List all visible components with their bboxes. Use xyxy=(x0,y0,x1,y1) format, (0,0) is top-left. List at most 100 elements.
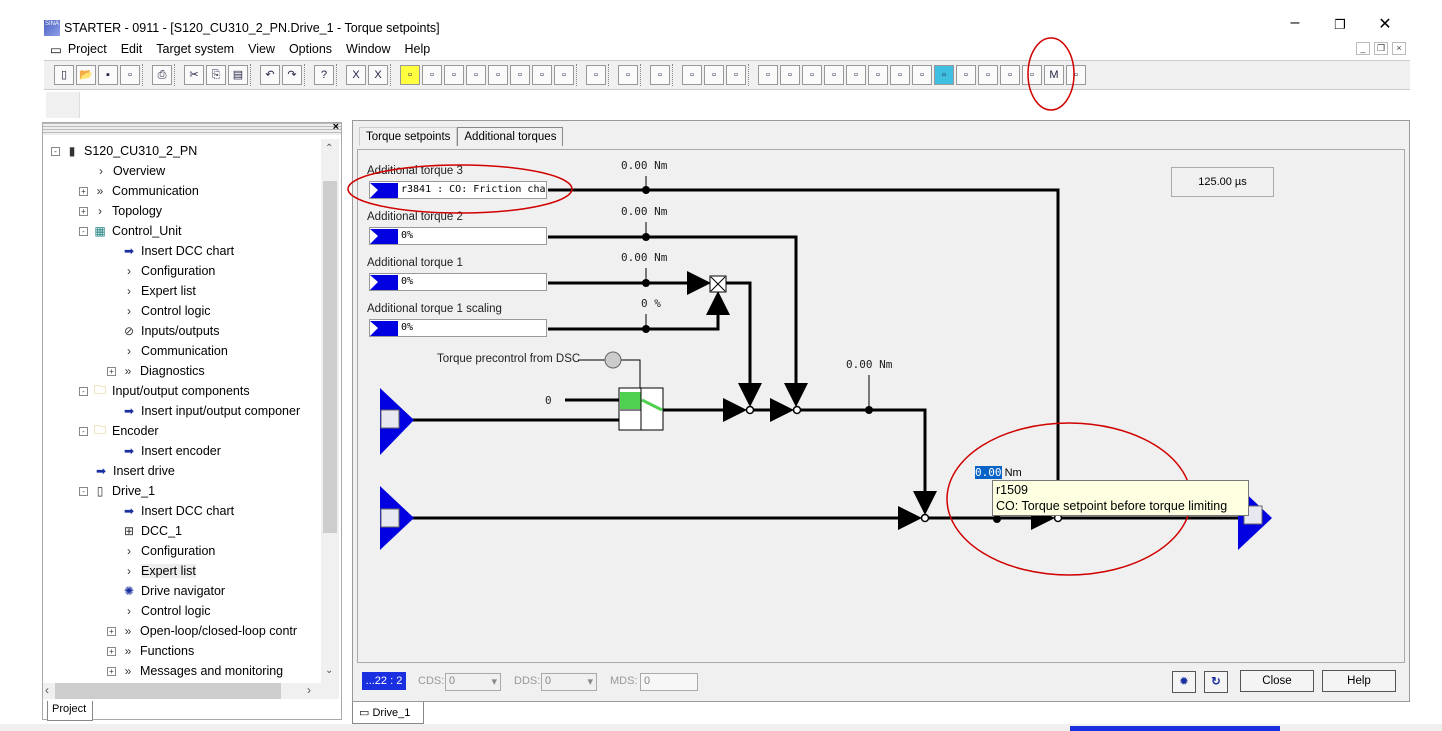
tree-item[interactable]: - ▯ Drive_1 xyxy=(79,481,155,501)
upload-button[interactable]: ▫ xyxy=(444,65,464,85)
torque-1-source-field[interactable]: 0% xyxy=(369,273,547,291)
window-tab-drive-1[interactable]: ▭ Drive_1 xyxy=(352,702,424,724)
menu-project[interactable]: Project xyxy=(68,42,107,56)
speed-controller-button[interactable]: ▫ xyxy=(846,65,866,85)
motor-button[interactable]: M xyxy=(1044,65,1064,85)
save-compile-button[interactable]: ▫ xyxy=(120,65,140,85)
speed-ctrl-n2-button[interactable]: ▫ xyxy=(890,65,910,85)
paste-button[interactable]: ▤ xyxy=(228,65,248,85)
refresh-button[interactable]: ↻ xyxy=(1204,671,1228,693)
dds-select[interactable]: 0 ▾ xyxy=(541,673,597,691)
expand-icon[interactable]: + xyxy=(107,666,116,676)
tab-project[interactable]: Project xyxy=(47,701,93,721)
load-button[interactable]: ▫ xyxy=(488,65,508,85)
cds-select[interactable]: 0 ▾ xyxy=(445,673,501,691)
tree-item[interactable]: › Configuration xyxy=(121,541,215,561)
menu-window[interactable]: Window xyxy=(346,42,390,56)
tree-item[interactable]: + » Messages and monitoring xyxy=(107,661,283,681)
tree-item[interactable]: + » Diagnostics xyxy=(107,361,205,381)
speed-ctrl-n-button[interactable]: ▫ xyxy=(868,65,888,85)
scrollbar-thumb[interactable] xyxy=(323,181,337,533)
tree-item[interactable]: + › Topology xyxy=(79,201,162,221)
drive-navigator-button[interactable]: ✹ xyxy=(1172,671,1196,693)
copy-button[interactable]: ⎘ xyxy=(206,65,226,85)
close-button[interactable]: Close xyxy=(1240,670,1314,692)
new-button[interactable]: ▯ xyxy=(54,65,74,85)
torque-1-scaling-source-field[interactable]: 0% xyxy=(369,319,547,337)
current-controller-button[interactable]: ▫ xyxy=(1000,65,1020,85)
tree-item[interactable]: + » Functions xyxy=(107,641,194,661)
save-button[interactable]: ▪ xyxy=(98,65,118,85)
expand-icon[interactable]: + xyxy=(107,626,116,636)
print-button[interactable]: ⎙ xyxy=(152,65,172,85)
scroll-up-icon[interactable]: ⌃ xyxy=(325,143,333,154)
tree-item[interactable]: ⊞ DCC_1 xyxy=(121,521,182,541)
collapse-icon[interactable]: - xyxy=(79,426,88,436)
panel-close-icon[interactable]: × xyxy=(333,121,339,133)
speed-ctrl-nf-button[interactable]: ▫ xyxy=(912,65,932,85)
tree-item[interactable]: - 🗀 Input/output components xyxy=(79,381,250,401)
tree-horizontal-scrollbar[interactable]: ‹ › xyxy=(43,683,339,699)
tree-item[interactable]: › Communication xyxy=(121,341,228,361)
download-button[interactable]: ▫ xyxy=(422,65,442,85)
scroll-right-icon[interactable]: › xyxy=(307,683,311,697)
connect-button[interactable]: ▫ xyxy=(400,65,420,85)
expand-icon[interactable]: + xyxy=(79,186,88,196)
output-display[interactable]: 0.00 Nm xyxy=(975,466,1022,479)
tree-item[interactable]: ➡ Insert DCC chart xyxy=(121,241,234,261)
menu-options[interactable]: Options xyxy=(289,42,332,56)
torque-2-source-field[interactable]: 0% xyxy=(369,227,547,245)
upload-cpu-button[interactable]: ▫ xyxy=(532,65,552,85)
torque-setpoints-button[interactable]: ▫ xyxy=(934,65,954,85)
redo-button[interactable]: ↷ xyxy=(282,65,302,85)
tree-item[interactable]: ➡ Insert drive xyxy=(93,461,175,481)
tree-item[interactable]: - ▮ S120_CU310_2_PN xyxy=(51,141,197,161)
collapse-icon[interactable]: - xyxy=(79,386,88,396)
mdi-minimize-button[interactable]: _ xyxy=(1356,42,1370,55)
tree-item[interactable]: › Expert list xyxy=(121,561,196,581)
drive-navigator-button[interactable]: ▫ xyxy=(758,65,778,85)
menu-view[interactable]: View xyxy=(248,42,275,56)
expand-icon[interactable]: + xyxy=(107,366,116,376)
tree-item[interactable]: ✺ Drive navigator xyxy=(121,581,225,601)
ramp-button[interactable]: ▫ xyxy=(824,65,844,85)
torque-3-source-field[interactable]: r3841 : CO: Friction cha xyxy=(369,181,547,199)
current-limit-button[interactable]: ▫ xyxy=(978,65,998,85)
trace-button[interactable]: ▫ xyxy=(650,65,670,85)
mdi-close-button[interactable]: × xyxy=(1392,42,1406,55)
tree-item[interactable]: ➡ Insert encoder xyxy=(121,441,221,461)
setpoints-button[interactable]: ▫ xyxy=(780,65,800,85)
tree-item[interactable]: ➡ Insert input/output componer xyxy=(121,401,300,421)
close-window-button[interactable]: ✕ xyxy=(1370,14,1400,34)
position-button[interactable]: ▫ xyxy=(1066,65,1086,85)
expand-icon[interactable]: + xyxy=(107,646,116,656)
tree-item[interactable]: ➡ Insert DCC chart xyxy=(121,501,234,521)
panel-grip[interactable] xyxy=(43,123,341,135)
accessible-nodes-button[interactable]: ▫ xyxy=(586,65,606,85)
torque-limits-button[interactable]: ▫ xyxy=(956,65,976,85)
toolbar-grip[interactable] xyxy=(46,92,80,118)
compare-button[interactable]: ▫ xyxy=(554,65,574,85)
menu-target-system[interactable]: Target system xyxy=(156,42,234,56)
tree-item[interactable]: + » Communication xyxy=(79,181,199,201)
xe-button[interactable]: X xyxy=(368,65,388,85)
help-button[interactable]: ? xyxy=(314,65,334,85)
x1-button[interactable]: X xyxy=(346,65,366,85)
tree-item[interactable]: - 🗀 Encoder xyxy=(79,421,159,441)
tab-torque-setpoints[interactable]: Torque setpoints xyxy=(359,127,458,146)
current-i-button[interactable]: ▫ xyxy=(1022,65,1042,85)
output-display-value[interactable]: 0.00 xyxy=(975,466,1002,479)
tree-item[interactable]: › Expert list xyxy=(121,281,196,301)
tree-item[interactable]: + » Open-loop/closed-loop contr xyxy=(107,621,297,641)
mdi-restore-button[interactable]: ❐ xyxy=(1374,42,1388,55)
tree-item[interactable]: › Overview xyxy=(93,161,165,181)
collapse-icon[interactable]: - xyxy=(79,226,88,236)
hscroll-thumb[interactable] xyxy=(55,683,281,699)
scroll-down-icon[interactable]: ⌄ xyxy=(325,665,333,676)
tab-additional-torques[interactable]: Additional torques xyxy=(457,127,564,146)
scroll-left-icon[interactable]: ‹ xyxy=(45,683,49,697)
collapse-icon[interactable]: - xyxy=(51,146,60,156)
toggle-online-button[interactable]: ▫ xyxy=(466,65,486,85)
menu-help[interactable]: Help xyxy=(405,42,431,56)
open-button[interactable]: 📂 xyxy=(76,65,96,85)
